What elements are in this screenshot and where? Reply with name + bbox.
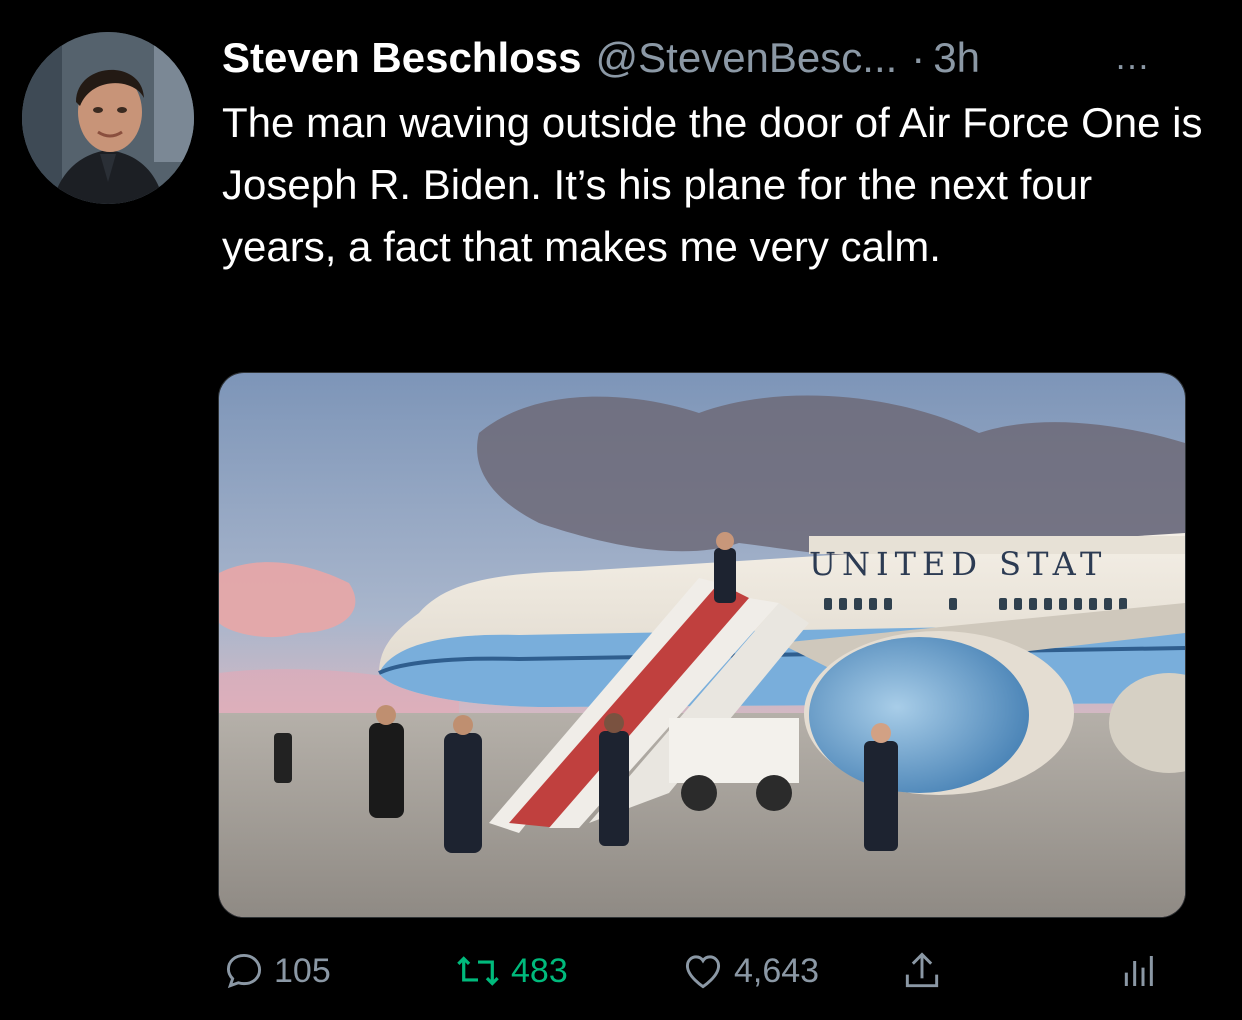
timestamp[interactable]: 3h (933, 34, 980, 82)
avatar-image (22, 32, 194, 204)
like-count: 4,643 (734, 951, 820, 990)
tweet-actions: 105 483 4,643 (0, 946, 1242, 996)
author-avatar[interactable] (22, 32, 194, 204)
reply-count: 105 (274, 951, 331, 990)
reply-button[interactable]: 105 (222, 946, 331, 996)
share-button[interactable] (900, 946, 944, 996)
more-options-icon[interactable]: … (1114, 36, 1152, 78)
share-icon (905, 952, 939, 988)
tweet-header: Steven Beschloss @StevenBesc... · 3h … (222, 28, 1222, 88)
retweet-icon (457, 956, 499, 986)
like-button[interactable]: 4,643 (680, 946, 819, 996)
air-force-one-photo: UNITED STAT (219, 373, 1185, 917)
tweet-text: The man waving outside the door of Air F… (222, 99, 1203, 270)
heart-icon (685, 955, 721, 989)
analytics-button[interactable] (1118, 946, 1158, 996)
retweet-count: 483 (511, 951, 568, 990)
author-handle[interactable]: @StevenBesc... (596, 34, 898, 82)
analytics-icon (1124, 956, 1153, 986)
author-name[interactable]: Steven Beschloss (222, 34, 582, 82)
reply-icon (226, 953, 262, 989)
tweet-media-photo[interactable]: UNITED STAT (218, 372, 1186, 918)
separator-dot: · (911, 34, 926, 81)
plane-lettering: UNITED STAT (809, 545, 1107, 583)
retweet-button[interactable]: 483 (453, 946, 568, 996)
